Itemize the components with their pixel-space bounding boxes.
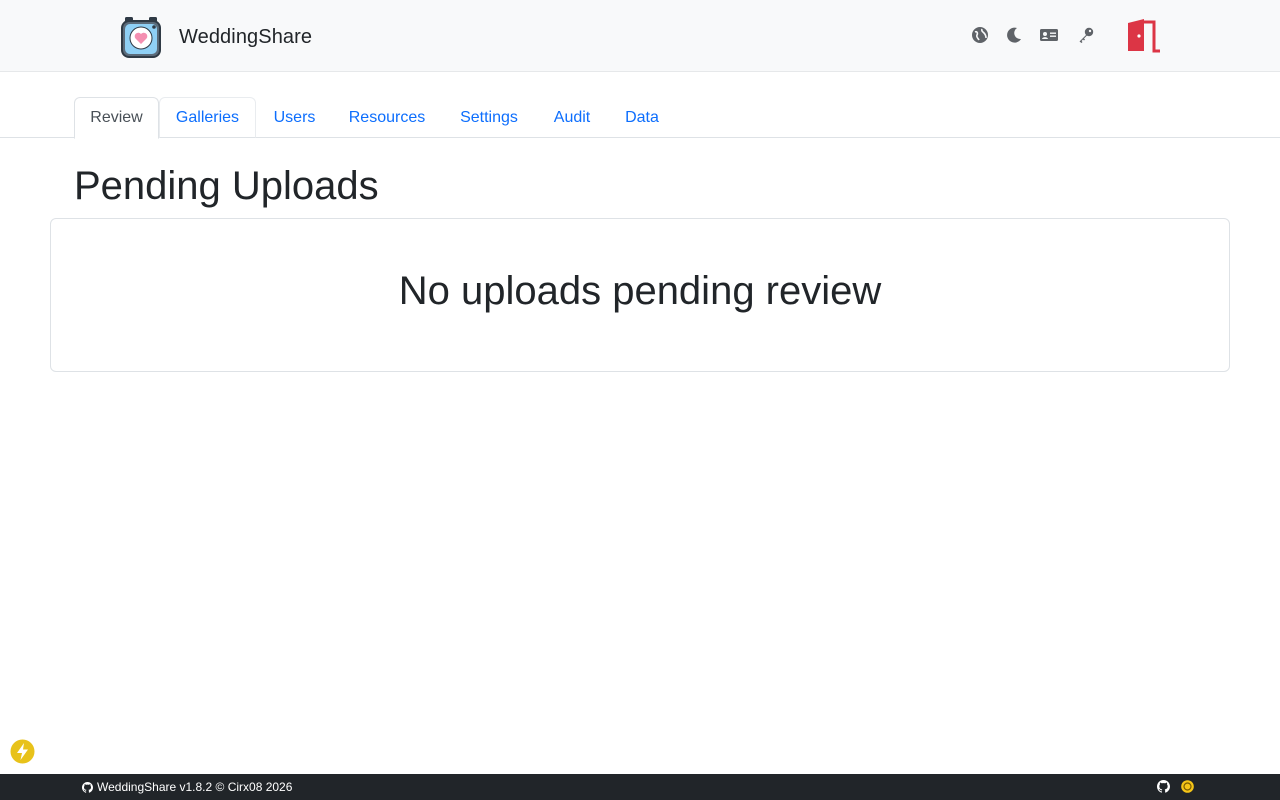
brand-name[interactable]: WeddingShare <box>179 26 312 49</box>
pending-uploads-card: No uploads pending review <box>50 218 1230 372</box>
tab-users[interactable]: Users <box>259 97 330 138</box>
footer-text[interactable]: WeddingShare v1.8.2 © Cirx08 2026 <box>97 780 292 794</box>
top-navbar: WeddingShare <box>0 0 1280 72</box>
tab-audit[interactable]: Audit <box>538 97 606 138</box>
footer-credits: WeddingShare v1.8.2 © Cirx08 2026 <box>82 780 292 794</box>
id-card-icon[interactable] <box>1038 24 1060 46</box>
github-icon[interactable] <box>82 781 93 793</box>
tab-galleries[interactable]: Galleries <box>159 97 256 138</box>
tab-settings[interactable]: Settings <box>444 97 534 138</box>
tab-review[interactable]: Review <box>74 97 159 139</box>
tab-resources[interactable]: Resources <box>334 97 440 138</box>
admin-tabs: Review Galleries Users Resources Setting… <box>0 97 1280 139</box>
footer: WeddingShare v1.8.2 © Cirx08 2026 <box>0 774 1280 800</box>
lightning-icon[interactable] <box>10 739 35 764</box>
github-icon[interactable] <box>1157 780 1170 793</box>
moon-icon[interactable] <box>1003 24 1025 46</box>
app-logo[interactable] <box>119 14 163 60</box>
page-title: Pending Uploads <box>74 164 379 208</box>
globe-icon[interactable] <box>969 24 991 46</box>
tab-data[interactable]: Data <box>610 97 674 138</box>
key-icon[interactable] <box>1075 24 1097 46</box>
logout-door-icon[interactable] <box>1125 17 1163 53</box>
coffee-coin-icon[interactable] <box>1181 780 1194 793</box>
empty-state-message: No uploads pending review <box>398 269 882 313</box>
